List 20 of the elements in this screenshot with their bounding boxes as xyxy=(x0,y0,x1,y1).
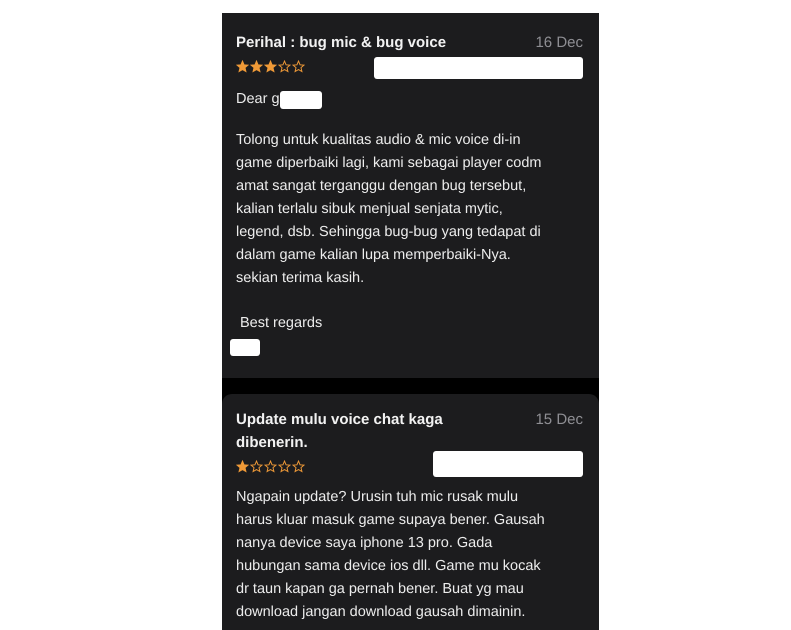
redaction-mark xyxy=(230,339,260,356)
redaction-mark xyxy=(280,90,322,108)
review-body: Ngapain update? Urusin tuh mic rusak mulu harus kluar masuk game supaya bener. Gausah nanya device saya iphone 13 pro. Gada hubungan sama device ios dll. Game mu kocak dr taun kapan ga pernah bener. Buat yg mau download jangan download gausah dimainin. xyxy=(236,488,546,622)
star-outline-icon xyxy=(278,60,291,72)
star-outline-icon xyxy=(264,460,277,472)
review-greeting: Dear g xyxy=(236,90,280,109)
review-closing: Best regards xyxy=(240,314,324,333)
star-outline-icon xyxy=(250,460,263,472)
review-date: 16 Dec xyxy=(535,33,583,53)
review-title: Perihal : bug mic & bug voice xyxy=(236,33,446,53)
star-outline-icon xyxy=(292,60,305,72)
review-body: Tolong untuk kualitas audio & mic voice di-in game diperbaiki lagi, kami sebagai player codm amat sangat terganggu dengan bug tersebut, kalian terlalu sibuk menjual senjata mytic, legend, dsb. Sehingga bug-bug yang tedapat di dalam game kalian lupa memperbaiki-Nya. sekian terima kasih. xyxy=(236,131,542,288)
star-filled-icon xyxy=(236,460,249,472)
star-filled-icon xyxy=(264,60,277,72)
star-outline-icon xyxy=(292,460,305,472)
review-date: 15 Dec xyxy=(535,410,583,430)
star-outline-icon xyxy=(278,460,291,472)
star-filled-icon xyxy=(250,60,263,72)
star-filled-icon xyxy=(236,60,249,72)
review-title: Update mulu voice chat kaga dibenerin. xyxy=(236,410,443,453)
